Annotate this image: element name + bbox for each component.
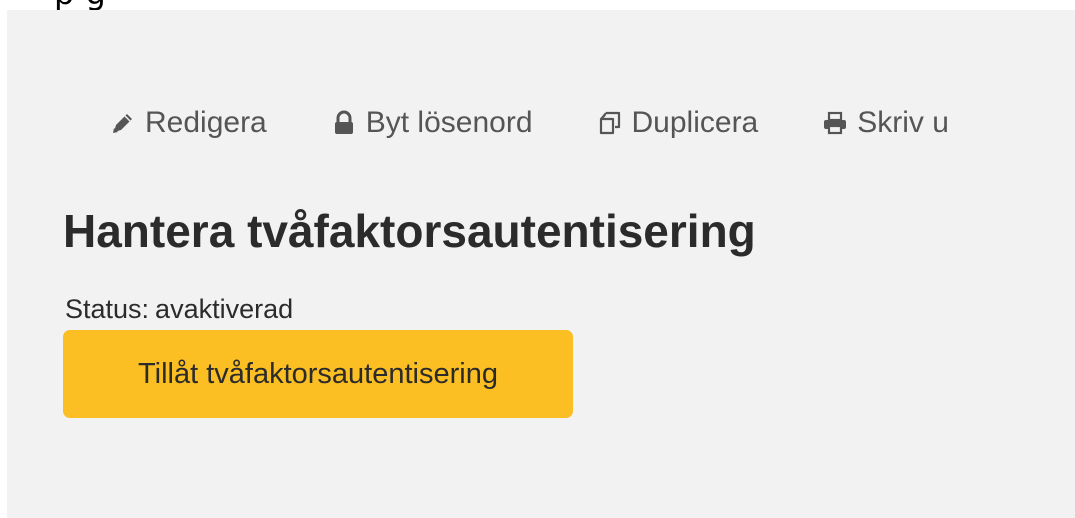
duplicate-action[interactable]: Duplicera (596, 106, 759, 140)
status-line: Status: avaktiverad (65, 294, 293, 325)
change-password-label: Byt lösenord (365, 106, 533, 139)
print-label: Skriv u (857, 106, 949, 139)
cropped-top-text-strip: p g (0, 0, 1075, 10)
edit-action-label: Redigera (145, 106, 267, 139)
action-toolbar: Redigera Byt lösenord Duplicera Skriv u (109, 106, 1012, 140)
two-factor-panel: Redigera Byt lösenord Duplicera Skriv u … (7, 10, 1075, 518)
pencil-icon (109, 109, 137, 137)
print-action[interactable]: Skriv u (821, 106, 949, 140)
duplicate-label: Duplicera (631, 106, 759, 139)
page-title: Hantera tvåfaktorsautentisering (63, 205, 756, 257)
enable-two-factor-button[interactable]: Tillåt tvåfaktorsautentisering (63, 330, 573, 418)
printer-icon (821, 109, 849, 137)
status-value: avaktiverad (155, 294, 294, 324)
edit-action[interactable]: Redigera (109, 106, 267, 140)
change-password-action[interactable]: Byt lösenord (330, 106, 533, 140)
lock-icon (330, 109, 358, 137)
cropped-top-text: p g (54, 0, 106, 10)
status-label: Status: (65, 294, 150, 324)
copy-icon (596, 109, 624, 137)
